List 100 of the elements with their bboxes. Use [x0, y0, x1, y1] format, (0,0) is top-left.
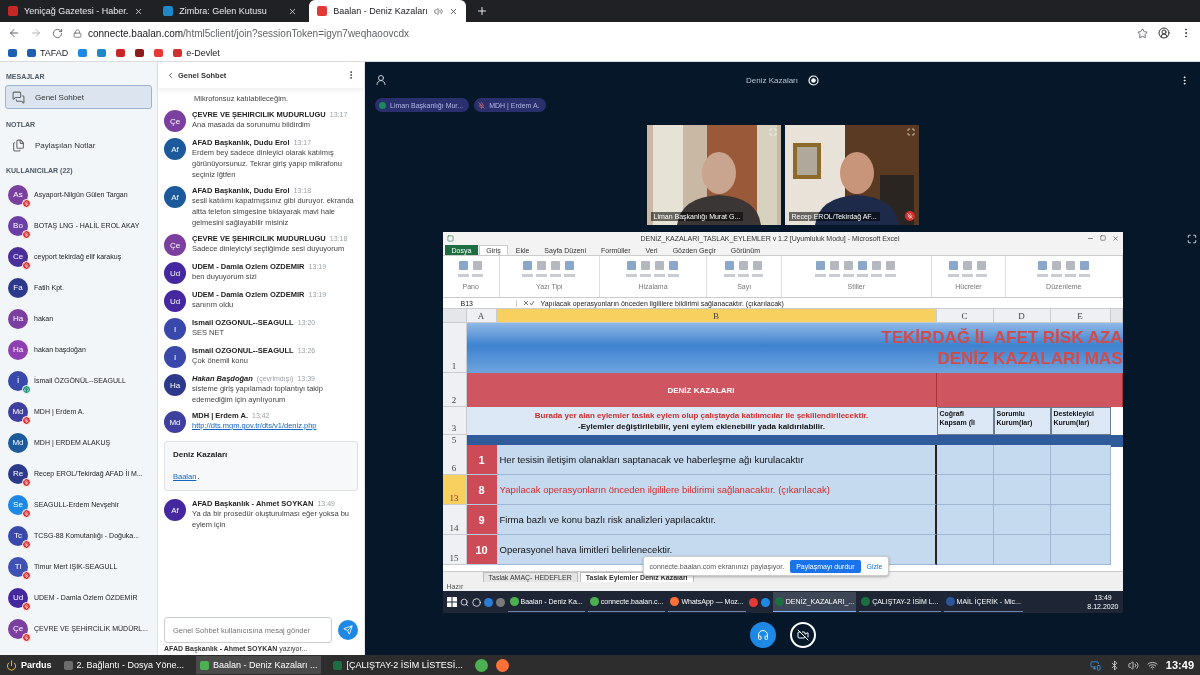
bookmark-icon[interactable]: [97, 48, 107, 57]
column-header[interactable]: A: [466, 309, 497, 323]
app-icon[interactable]: [748, 597, 758, 607]
row-header[interactable]: 6: [442, 445, 467, 475]
table-cell[interactable]: [936, 535, 994, 565]
table-cell[interactable]: [1050, 475, 1111, 505]
app-icon[interactable]: [495, 597, 505, 607]
audio-button[interactable]: [749, 622, 776, 648]
browser-tab[interactable]: Baalan - Deniz Kazaları: [309, 0, 466, 22]
sender-avatar: Af: [164, 499, 186, 521]
table-cell[interactable]: [993, 535, 1051, 565]
select-all-corner[interactable]: [442, 309, 467, 323]
user-avatar[interactable]: Tc: [8, 525, 28, 546]
user-avatar[interactable]: Çe: [8, 618, 28, 639]
table-cell[interactable]: [936, 475, 994, 505]
bookmark-icon[interactable]: [8, 48, 17, 57]
table-cell[interactable]: [936, 505, 994, 535]
close-icon[interactable]: [288, 6, 298, 16]
bookmark-icon[interactable]: [135, 48, 145, 57]
browser-tab[interactable]: Yeniçağ Gazetesi - Haber.: [0, 0, 152, 22]
number-cell: 8: [466, 475, 497, 505]
bookmark-icon[interactable]: [116, 48, 126, 57]
taskbar-window[interactable]: Baalan - Deniz Kazaları ...: [195, 656, 322, 674]
user-avatar[interactable]: Se: [8, 494, 28, 515]
taskbar-window[interactable]: [ÇALIŞTAY-2 İSİM LİSTESİ...: [329, 656, 467, 674]
user-avatar[interactable]: Md: [8, 432, 28, 453]
column-header[interactable]: C: [936, 309, 994, 323]
user-avatar[interactable]: Ce: [8, 246, 28, 267]
profile-icon[interactable]: [1158, 27, 1170, 39]
table-cell[interactable]: [1050, 505, 1111, 535]
record-icon[interactable]: [808, 74, 819, 86]
row-header[interactable]: 3: [442, 407, 467, 435]
network-icon[interactable]: [1146, 659, 1158, 671]
column-header[interactable]: D: [993, 309, 1051, 323]
row-header[interactable]: 14: [442, 505, 467, 535]
table-cell[interactable]: [1050, 445, 1111, 475]
sender-avatar: I: [164, 346, 186, 368]
action-cell[interactable]: Yapılacak operasyonların önceden ilgililere bildirimi sağlanacaktır. (çıkarılacak): [496, 475, 937, 505]
table-cell[interactable]: [993, 505, 1051, 535]
number-cell: 9: [466, 505, 497, 535]
start-button[interactable]: Pardus: [6, 659, 52, 671]
row-header[interactable]: 15: [442, 535, 467, 565]
camera-off-icon: [796, 629, 809, 641]
headphones-icon: [756, 629, 769, 641]
back-icon[interactable]: [8, 27, 20, 39]
user-avatar[interactable]: Bo: [8, 215, 28, 236]
bookmark-icon[interactable]: [154, 48, 164, 57]
sender-avatar: Çe: [164, 110, 186, 132]
user-avatar[interactable]: Re: [8, 463, 28, 484]
launcher-icon[interactable]: [474, 658, 488, 672]
note-text: Burada yer alan eylemler taslak eylem olup çalıştayda katılımcılar ile şekillendirilecektir.: [534, 410, 869, 421]
row-header[interactable]: 13: [442, 475, 467, 505]
bookmark[interactable]: e-Devlet: [173, 47, 220, 58]
user-avatar[interactable]: İ: [8, 370, 28, 391]
user-avatar[interactable]: Fa: [8, 277, 28, 298]
volume-icon[interactable]: [1127, 659, 1139, 671]
table-cell[interactable]: [1050, 535, 1111, 565]
user-avatar[interactable]: Ti: [8, 556, 28, 577]
chat-item[interactable]: Genel Sohbet: [5, 85, 152, 109]
table-cell[interactable]: [993, 445, 1051, 475]
back-icon: [166, 70, 175, 80]
sender-avatar: Af: [164, 138, 186, 160]
column-header[interactable]: B: [496, 309, 937, 323]
row-header[interactable]: 1: [442, 323, 467, 373]
user-avatar[interactable]: As: [8, 184, 28, 205]
row-header[interactable]: 2: [442, 373, 467, 407]
table-cell[interactable]: [993, 475, 1051, 505]
user-avatar[interactable]: Ha: [8, 339, 28, 360]
new-tab-icon[interactable]: [475, 5, 488, 17]
table-cell[interactable]: [936, 445, 994, 475]
fullscreen-icon[interactable]: [1187, 234, 1197, 244]
task-view-icon[interactable]: [471, 597, 481, 607]
user-avatar[interactable]: Md: [8, 401, 28, 422]
address-field[interactable]: connecte.baalan.com/html5client/join?sessionToken=igyn7weqhaoovcdx: [88, 27, 410, 39]
app-icon[interactable]: [760, 597, 770, 607]
camera-button[interactable]: [789, 622, 816, 648]
star-icon[interactable]: [1137, 27, 1148, 39]
display-icon[interactable]: [1089, 659, 1101, 671]
taskbar-window[interactable]: 2. Bağlantı - Dosya Yöne...: [59, 656, 188, 674]
action-cell[interactable]: Her tesisin iletişim olanakları saptanacak ve haberleşme ağı kurulacaktır: [496, 445, 937, 475]
notes-item[interactable]: Paylaşılan Notlar: [5, 133, 152, 157]
user-avatar[interactable]: Ha: [8, 308, 28, 329]
users-toggle-icon[interactable]: [375, 74, 387, 86]
expand-icon[interactable]: [906, 128, 915, 136]
search-icon[interactable]: [459, 597, 469, 607]
reload-icon[interactable]: [52, 27, 63, 39]
browser-tab[interactable]: Zimbra: Gelen Kutusu: [155, 0, 306, 22]
sender-avatar: Ud: [164, 262, 186, 284]
action-cell[interactable]: Firma bazlı ve konu bazlı risk analizleri yapılacaktır.: [496, 505, 937, 535]
app-icon[interactable]: [483, 597, 493, 607]
send-button[interactable]: [338, 620, 358, 640]
column-header[interactable]: E: [1050, 309, 1111, 323]
bookmark[interactable]: TAFAD: [27, 47, 69, 58]
close-icon[interactable]: [448, 6, 458, 16]
close-icon[interactable]: [134, 6, 144, 16]
windows-start-icon[interactable]: [446, 597, 457, 607]
user-avatar[interactable]: Ud: [8, 587, 28, 608]
maximize-icon[interactable]: [1099, 234, 1106, 242]
launcher-icon[interactable]: [495, 658, 509, 672]
documents-icon: [12, 138, 25, 152]
